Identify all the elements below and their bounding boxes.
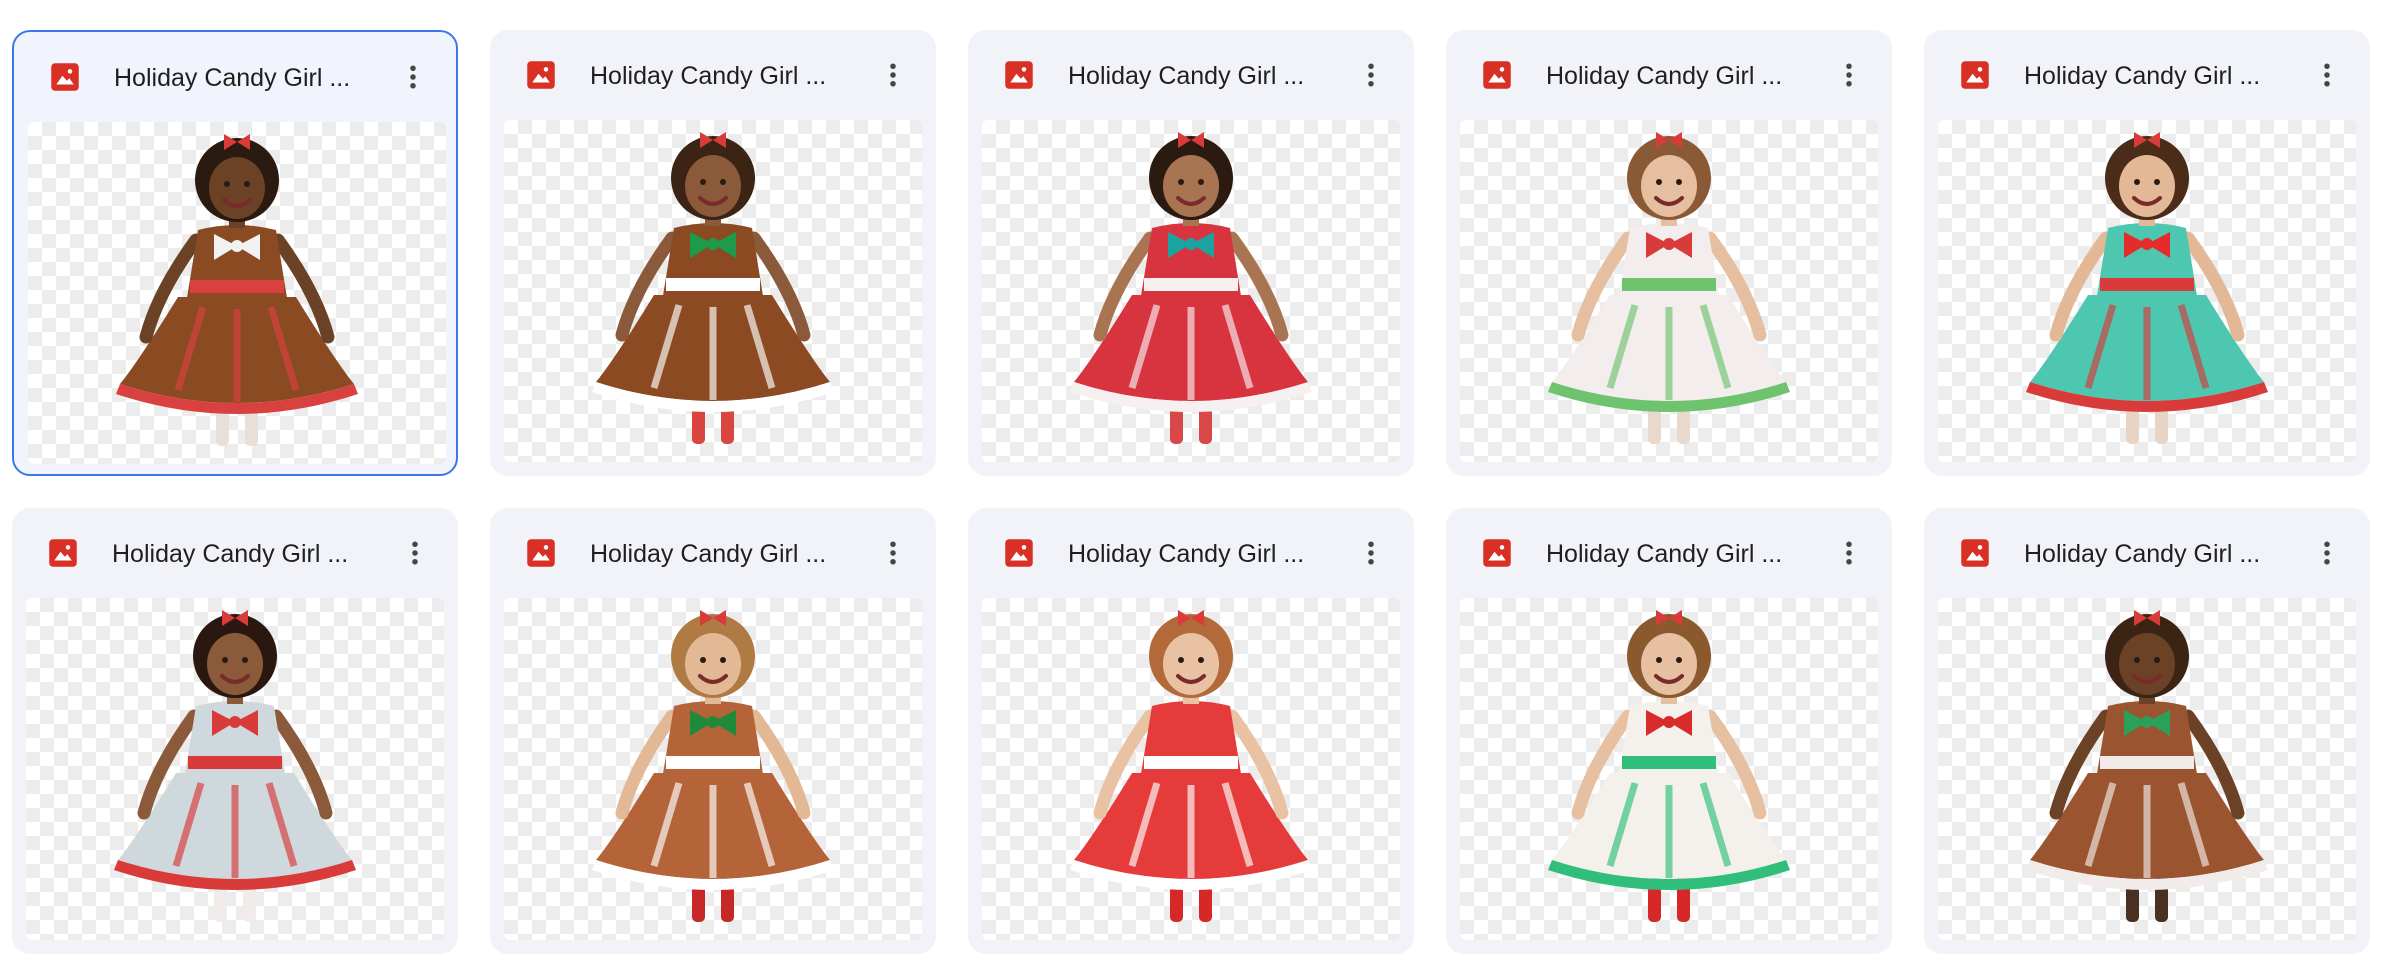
more-vert-icon	[2324, 63, 2330, 87]
file-card-header: Holiday Candy Girl ...	[490, 508, 936, 598]
image-file-icon	[50, 62, 80, 92]
file-name: Holiday Candy Girl ...	[590, 540, 827, 568]
file-card-header: Holiday Candy Girl ...	[1446, 30, 1892, 120]
file-thumbnail[interactable]	[1938, 120, 2356, 462]
more-vert-icon	[1846, 63, 1852, 87]
photo-girl-in-dress	[2026, 132, 2268, 444]
file-card-header: Holiday Candy Girl ...	[968, 508, 1414, 598]
file-card-8[interactable]: Holiday Candy Girl ...	[968, 508, 1414, 954]
file-name: Holiday Candy Girl ...	[1546, 62, 1783, 90]
file-card-9[interactable]: Holiday Candy Girl ...	[1446, 508, 1892, 954]
photo-girl-in-dress	[1070, 610, 1312, 922]
photo-girl-in-dress	[1070, 132, 1312, 444]
file-card-7[interactable]: Holiday Candy Girl ...	[490, 508, 936, 954]
image-file-icon	[1004, 538, 1034, 568]
photo-girl-in-dress	[1548, 132, 1790, 444]
image-file-icon	[1482, 538, 1512, 568]
file-thumbnail[interactable]	[28, 122, 446, 464]
more-actions-button[interactable]	[1828, 532, 1870, 574]
file-card-2[interactable]: Holiday Candy Girl ...	[490, 30, 936, 476]
file-grid: Holiday Candy Girl ... Holiday Candy Gir…	[0, 0, 2388, 960]
more-vert-icon	[2324, 541, 2330, 565]
more-actions-button[interactable]	[2306, 54, 2348, 96]
image-file-icon	[526, 538, 556, 568]
file-card-5[interactable]: Holiday Candy Girl ...	[1924, 30, 2370, 476]
image-file-icon	[48, 538, 78, 568]
more-actions-button[interactable]	[872, 532, 914, 574]
file-card-header: Holiday Candy Girl ...	[1446, 508, 1892, 598]
file-thumbnail[interactable]	[1460, 120, 1878, 462]
file-thumbnail[interactable]	[982, 120, 1400, 462]
file-name: Holiday Candy Girl ...	[1068, 62, 1305, 90]
more-vert-icon	[1368, 541, 1374, 565]
file-card-header: Holiday Candy Girl ...	[1924, 508, 2370, 598]
file-card-4[interactable]: Holiday Candy Girl ...	[1446, 30, 1892, 476]
file-card-header: Holiday Candy Girl ...	[1924, 30, 2370, 120]
more-vert-icon	[1846, 541, 1852, 565]
image-file-icon	[1960, 538, 1990, 568]
file-thumbnail[interactable]	[1460, 598, 1878, 940]
file-card-header: Holiday Candy Girl ...	[968, 30, 1414, 120]
more-vert-icon	[412, 541, 418, 565]
photo-girl-in-dress	[2026, 610, 2268, 922]
file-name: Holiday Candy Girl ...	[1068, 540, 1305, 568]
more-actions-button[interactable]	[394, 532, 436, 574]
file-name: Holiday Candy Girl ...	[114, 64, 351, 92]
photo-girl-in-dress	[592, 610, 834, 922]
file-name: Holiday Candy Girl ...	[1546, 540, 1783, 568]
file-card-header: Holiday Candy Girl ...	[14, 32, 456, 122]
more-actions-button[interactable]	[392, 56, 434, 98]
photo-girl-in-dress	[116, 134, 358, 446]
photo-girl-in-dress	[114, 610, 356, 922]
file-card-6[interactable]: Holiday Candy Girl ...	[12, 508, 458, 954]
more-actions-button[interactable]	[1828, 54, 1870, 96]
file-card-10[interactable]: Holiday Candy Girl ...	[1924, 508, 2370, 954]
file-name: Holiday Candy Girl ...	[2024, 540, 2261, 568]
image-file-icon	[1482, 60, 1512, 90]
file-name: Holiday Candy Girl ...	[590, 62, 827, 90]
file-thumbnail[interactable]	[982, 598, 1400, 940]
file-thumbnail[interactable]	[1938, 598, 2356, 940]
file-card-header: Holiday Candy Girl ...	[490, 30, 936, 120]
more-actions-button[interactable]	[872, 54, 914, 96]
file-name: Holiday Candy Girl ...	[2024, 62, 2261, 90]
more-actions-button[interactable]	[1350, 532, 1392, 574]
image-file-icon	[526, 60, 556, 90]
file-thumbnail[interactable]	[504, 598, 922, 940]
file-name: Holiday Candy Girl ...	[112, 540, 349, 568]
more-actions-button[interactable]	[2306, 532, 2348, 574]
more-vert-icon	[890, 63, 896, 87]
file-card-3[interactable]: Holiday Candy Girl ...	[968, 30, 1414, 476]
photo-girl-in-dress	[592, 132, 834, 444]
photo-girl-in-dress	[1548, 610, 1790, 922]
image-file-icon	[1004, 60, 1034, 90]
image-file-icon	[1960, 60, 1990, 90]
file-card-1[interactable]: Holiday Candy Girl ...	[12, 30, 458, 476]
more-vert-icon	[410, 65, 416, 89]
file-thumbnail[interactable]	[26, 598, 444, 940]
more-vert-icon	[890, 541, 896, 565]
file-card-header: Holiday Candy Girl ...	[12, 508, 458, 598]
more-vert-icon	[1368, 63, 1374, 87]
more-actions-button[interactable]	[1350, 54, 1392, 96]
file-thumbnail[interactable]	[504, 120, 922, 462]
